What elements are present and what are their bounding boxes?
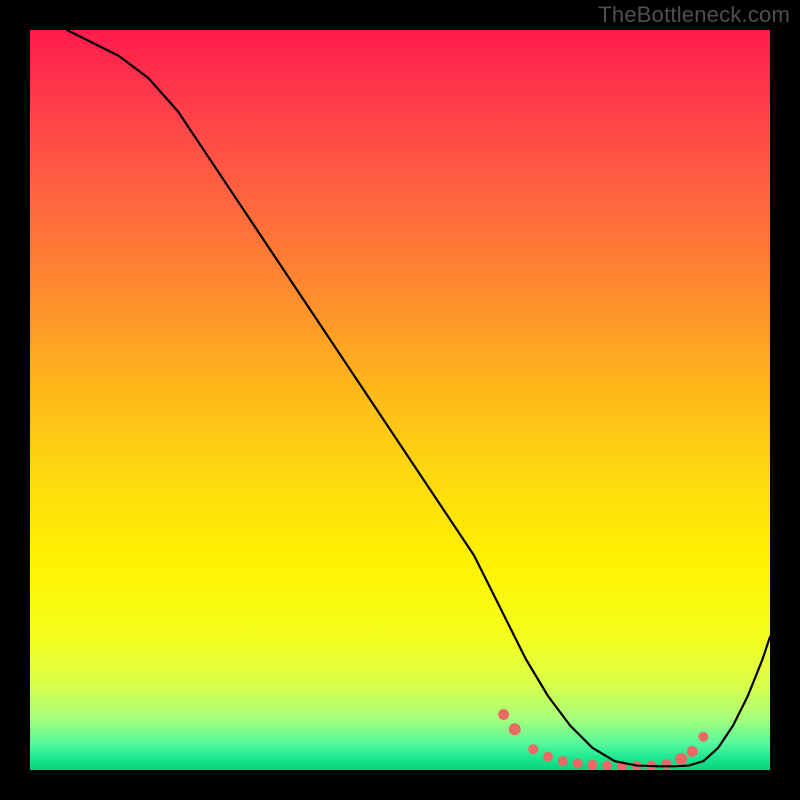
curve-marker — [661, 759, 671, 769]
curve-marker — [698, 732, 708, 742]
curve-marker — [587, 760, 597, 770]
chart-svg — [30, 30, 770, 770]
curve-marker — [558, 756, 568, 766]
curve-marker — [675, 753, 687, 765]
curve-marker — [509, 723, 521, 735]
curve-marker — [573, 758, 583, 768]
curve-marker — [687, 746, 698, 757]
chart-plot-area — [30, 30, 770, 770]
watermark-label: TheBottleneck.com — [598, 2, 790, 28]
curve-marker — [528, 744, 538, 754]
curve-marker — [543, 752, 553, 762]
chart-frame: TheBottleneck.com — [0, 0, 800, 800]
gradient-background — [30, 30, 770, 770]
curve-marker — [498, 709, 509, 720]
